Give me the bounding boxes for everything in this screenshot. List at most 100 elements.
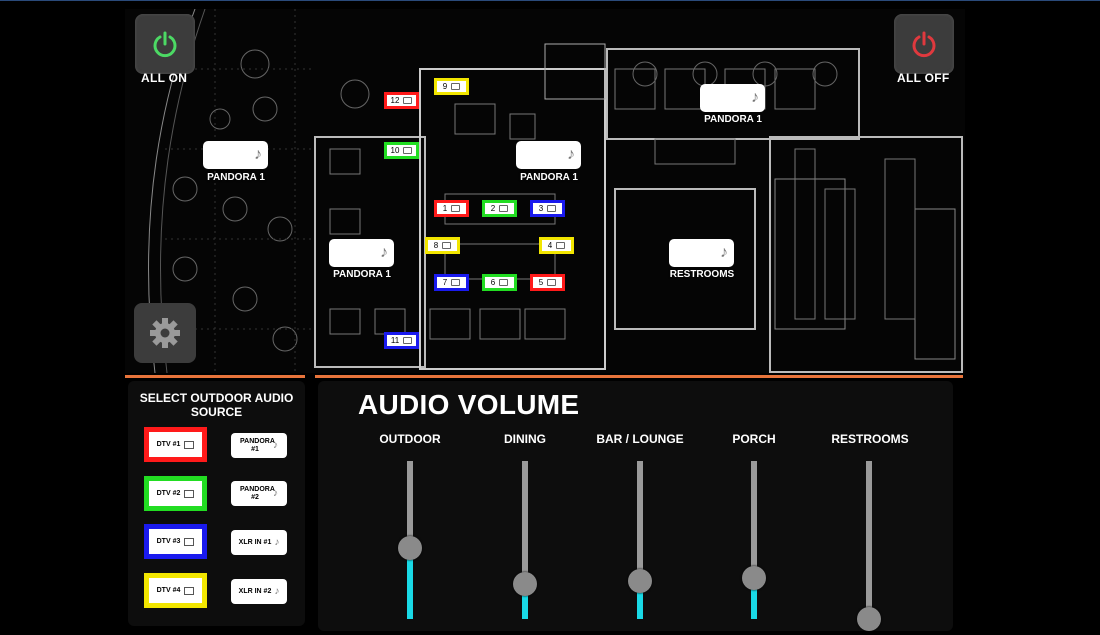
tv-icon — [184, 489, 195, 498]
volume-knob[interactable] — [742, 565, 766, 590]
source-label: PANDORA #1 — [240, 437, 275, 453]
tv-icon — [499, 205, 509, 212]
power-off-icon — [912, 31, 936, 58]
zone-label-outdoor: PANDORA 1 — [207, 172, 265, 183]
zone-label-restrooms: RESTROOMS — [669, 269, 735, 280]
all-off-button[interactable] — [894, 14, 954, 74]
tv-7-button[interactable]: 7 — [434, 274, 469, 291]
tv-number: 12 — [390, 96, 400, 105]
tv-icon — [451, 83, 461, 90]
tv-icon — [556, 242, 566, 249]
volume-slider-bar-lounge[interactable] — [628, 461, 652, 619]
tv-icon — [184, 440, 195, 449]
zone-button-outdoor[interactable]: ♪ — [203, 141, 268, 169]
audio-volume-title: AUDIO VOLUME — [358, 389, 580, 420]
music-note-icon: ♪ — [720, 244, 728, 261]
source-pandora-1-button[interactable]: PANDORA #1 ♪ — [231, 433, 287, 458]
tv-number: 9 — [442, 82, 448, 91]
tv-number: 5 — [538, 278, 544, 287]
tv-icon — [547, 205, 557, 212]
power-on-icon — [153, 31, 177, 58]
tv-10-button[interactable]: 10 — [384, 142, 419, 159]
divider-left — [125, 375, 305, 378]
volume-knob[interactable] — [513, 572, 537, 597]
volume-label-restrooms: RESTROOMS — [831, 432, 909, 446]
tv-icon — [403, 147, 413, 154]
tv-number: 4 — [547, 241, 553, 250]
volume-slider-restrooms[interactable] — [857, 461, 881, 631]
volume-label-outdoor: OUTDOOR — [379, 432, 441, 446]
source-label: XLR IN #1 — [238, 538, 272, 546]
volume-knob[interactable] — [857, 607, 881, 631]
volume-knob[interactable] — [628, 569, 652, 594]
source-dtv-1-button[interactable]: DTV #1 — [144, 427, 207, 462]
tv-number: 8 — [433, 241, 439, 250]
source-dtv-3-button[interactable]: DTV #3 — [144, 524, 207, 559]
music-note-icon: ♪ — [273, 487, 278, 499]
source-label: DTV #4 — [156, 587, 181, 594]
music-note-icon: ♪ — [273, 439, 278, 451]
zone-label-dining: PANDORA 1 — [520, 172, 578, 183]
zone-button-dining[interactable]: ♪ — [516, 141, 581, 169]
music-note-icon: ♪ — [751, 89, 759, 106]
tv-icon — [451, 205, 461, 212]
tv-number: 1 — [442, 204, 448, 213]
zone-label-lounge: PANDORA 1 — [333, 269, 391, 280]
gear-icon — [150, 318, 180, 348]
volume-slider-outdoor[interactable] — [398, 461, 422, 619]
tv-number: 7 — [442, 278, 448, 287]
tv-number: 11 — [390, 336, 400, 345]
tv-number: 6 — [490, 278, 496, 287]
tv-icon — [184, 537, 195, 546]
divider-right — [315, 375, 963, 378]
tv-icon — [451, 279, 461, 286]
tv-11-button[interactable]: 11 — [384, 332, 419, 349]
music-note-icon: ♪ — [380, 244, 388, 261]
tv-2-button[interactable]: 2 — [482, 200, 517, 217]
volume-knob[interactable] — [398, 535, 422, 560]
tv-4-button[interactable]: 4 — [539, 237, 574, 254]
floor-plan-drawing — [148, 9, 963, 373]
volume-slider-porch[interactable] — [742, 461, 766, 619]
audio-volume-panel: AUDIO VOLUME OUTDOOR DINING BAR / LOUNGE… — [318, 381, 953, 631]
zone-button-lounge[interactable]: ♪ — [329, 239, 394, 267]
zone-button-restrooms[interactable]: ♪ — [669, 239, 734, 267]
music-note-icon: ♪ — [567, 146, 575, 163]
tv-icon — [499, 279, 509, 286]
source-label: XLR IN #2 — [238, 587, 272, 595]
source-dtv-2-button[interactable]: DTV #2 — [144, 476, 207, 511]
tv-1-button[interactable]: 1 — [434, 200, 469, 217]
source-label: DTV #3 — [156, 538, 181, 545]
floor-plan — [125, 9, 965, 373]
music-note-icon: ♪ — [274, 536, 280, 548]
all-on-label: ALL ON — [141, 71, 188, 85]
tv-number: 2 — [490, 204, 496, 213]
tv-icon — [184, 586, 195, 595]
volume-label-porch: PORCH — [732, 432, 776, 446]
source-label: DTV #2 — [156, 490, 181, 497]
music-note-icon: ♪ — [254, 146, 262, 163]
source-pandora-2-button[interactable]: PANDORA #2 ♪ — [231, 481, 287, 506]
tv-5-button[interactable]: 5 — [530, 274, 565, 291]
tv-icon — [442, 242, 452, 249]
tv-3-button[interactable]: 3 — [530, 200, 565, 217]
settings-button[interactable] — [134, 303, 196, 363]
outdoor-source-panel: SELECT OUTDOOR AUDIO SOURCE DTV #1 DTV #… — [128, 381, 305, 626]
tv-icon — [403, 97, 413, 104]
all-on-button[interactable] — [135, 14, 195, 74]
source-xlr-2-button[interactable]: XLR IN #2 ♪ — [231, 579, 287, 604]
volume-label-bar-lounge: BAR / LOUNGE — [596, 432, 684, 446]
source-panel-title: SELECT OUTDOOR AUDIO SOURCE — [139, 391, 294, 419]
tv-icon — [403, 337, 413, 344]
tv-9-button[interactable]: 9 — [434, 78, 469, 95]
zone-button-porch[interactable]: ♪ — [700, 84, 765, 112]
source-dtv-4-button[interactable]: DTV #4 — [144, 573, 207, 608]
tv-6-button[interactable]: 6 — [482, 274, 517, 291]
volume-slider-dining[interactable] — [513, 461, 537, 619]
tv-number: 10 — [390, 146, 400, 155]
zone-label-porch: PANDORA 1 — [704, 114, 762, 125]
music-note-icon: ♪ — [274, 585, 280, 597]
tv-8-button[interactable]: 8 — [425, 237, 460, 254]
tv-12-button[interactable]: 12 — [384, 92, 419, 109]
source-xlr-1-button[interactable]: XLR IN #1 ♪ — [231, 530, 287, 555]
